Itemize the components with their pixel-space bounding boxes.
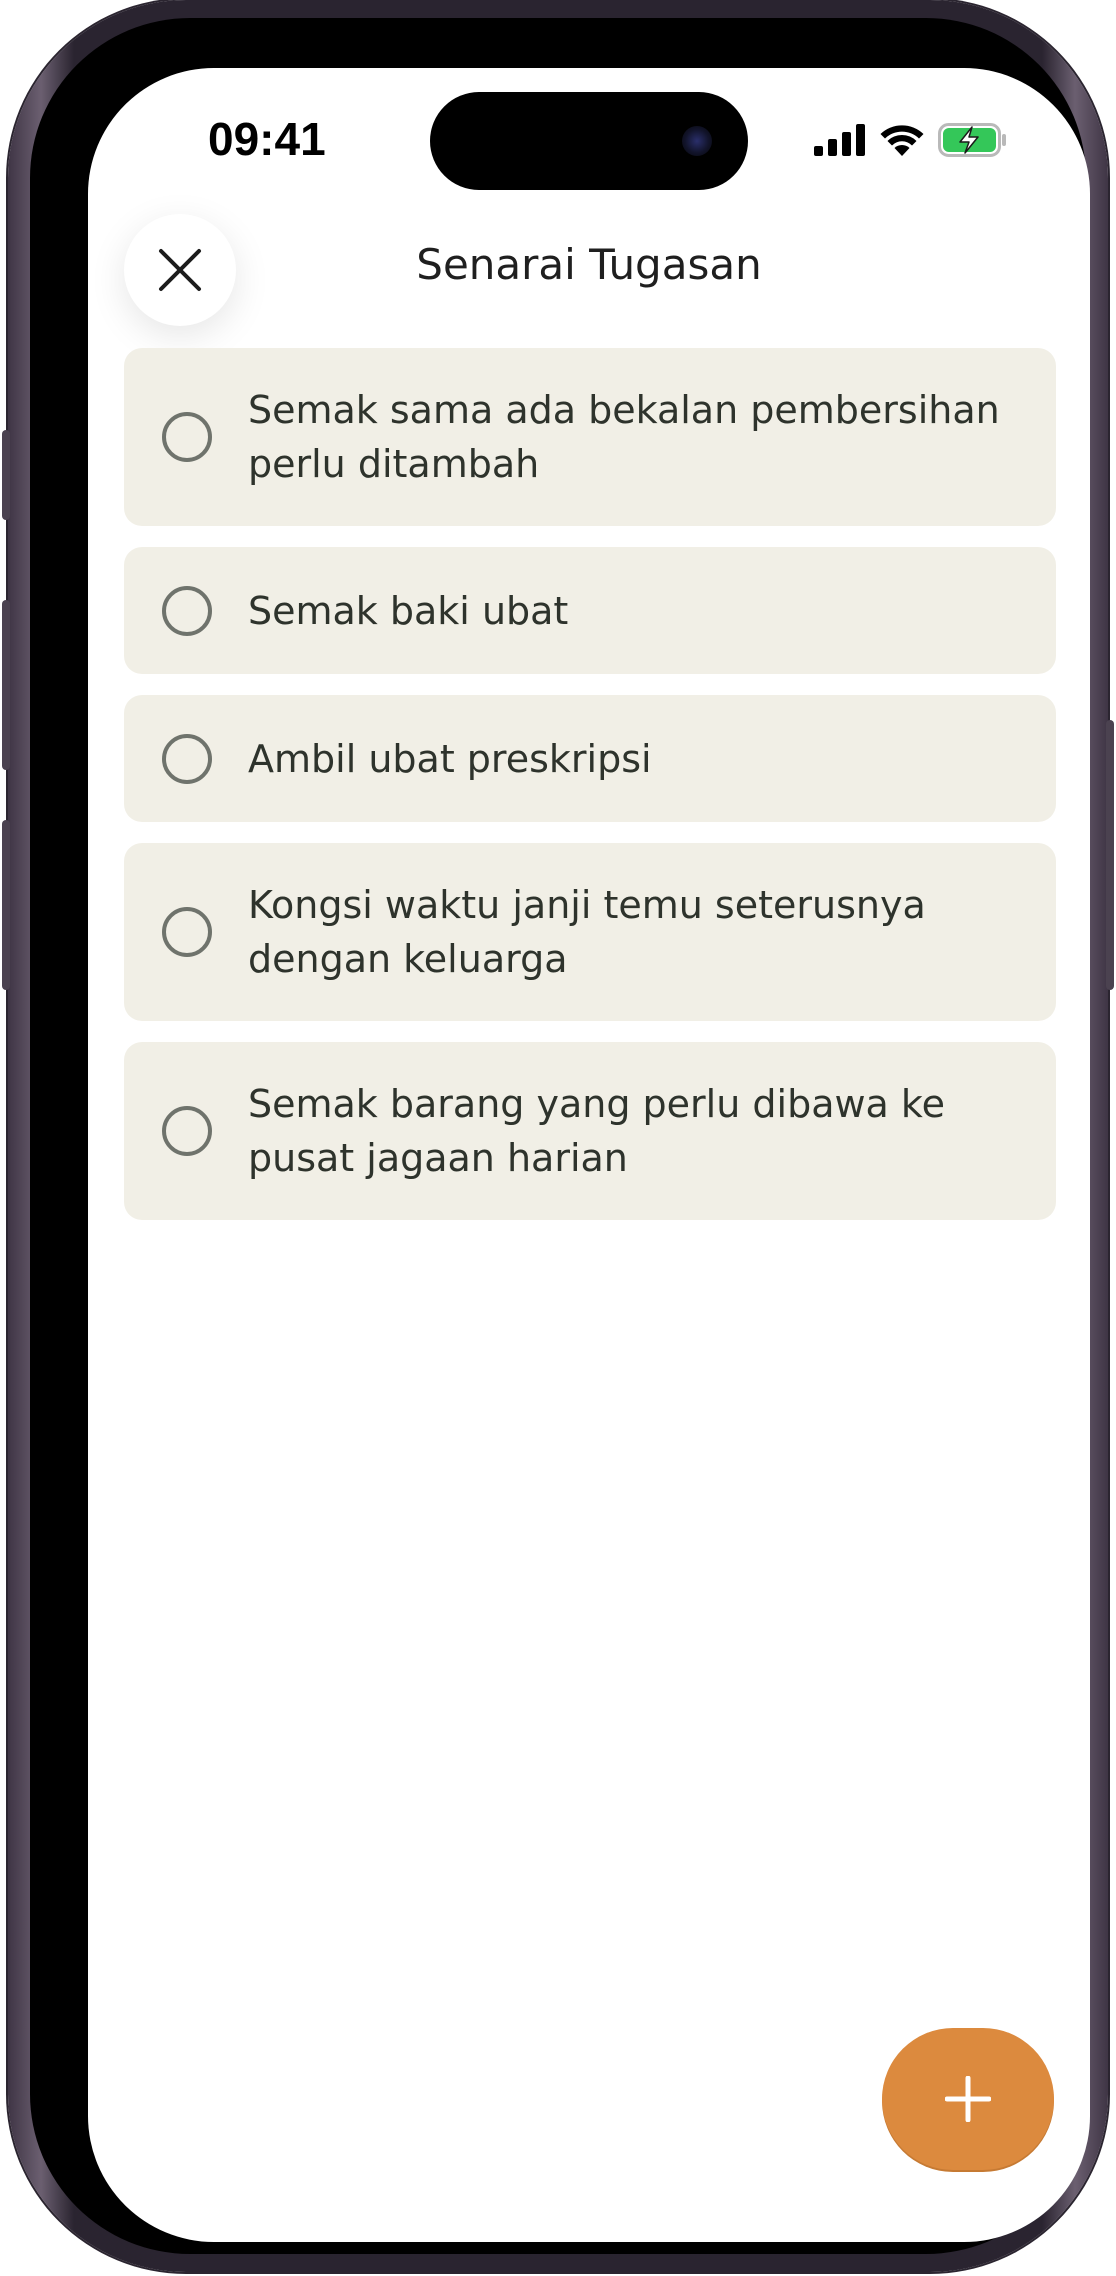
task-label: Semak baki ubat (248, 588, 569, 633)
task-label: Semak barang yang perlu dibawa ke pusat … (248, 1082, 945, 1180)
task-checkbox[interactable] (162, 733, 212, 784)
task-item[interactable]: Kongsi waktu janji temu seterusnya denga… (124, 843, 1056, 1021)
cellular-signal-icon (814, 124, 865, 156)
volume-up-button (2, 600, 10, 770)
task-item[interactable]: Semak baki ubat (124, 547, 1056, 674)
task-checkbox[interactable] (162, 907, 212, 957)
task-checkbox[interactable] (162, 412, 212, 462)
dynamic-island (430, 92, 748, 190)
task-checkbox[interactable] (162, 585, 212, 636)
task-item[interactable]: Ambil ubat preskripsi (124, 695, 1056, 822)
action-button (2, 430, 10, 520)
status-icons (814, 120, 1008, 160)
phone-frame: 09:41 Senarai Tugasan Semak sama ada bek… (2, 0, 1114, 2272)
screen: 09:41 Senarai Tugasan Semak sama ada bek… (88, 68, 1090, 2242)
task-label: Kongsi waktu janji temu seterusnya denga… (248, 883, 926, 981)
task-label: Ambil ubat preskripsi (248, 736, 652, 781)
battery-charging-icon (938, 123, 1006, 157)
plus-icon (945, 2076, 991, 2122)
camera-icon (682, 126, 712, 156)
task-list: Semak sama ada bekalan pembersihan perlu… (124, 348, 1056, 1241)
volume-down-button (2, 820, 10, 990)
wifi-icon (880, 125, 924, 156)
phone-bezel: 09:41 Senarai Tugasan Semak sama ada bek… (30, 18, 1090, 2254)
task-item[interactable]: Semak sama ada bekalan pembersihan perlu… (124, 348, 1056, 526)
task-checkbox[interactable] (162, 1106, 212, 1156)
task-item[interactable]: Semak barang yang perlu dibawa ke pusat … (124, 1042, 1056, 1220)
status-time: 09:41 (208, 113, 326, 165)
page-title: Senarai Tugasan (416, 240, 762, 289)
power-button (1106, 720, 1114, 990)
task-label: Semak sama ada bekalan pembersihan perlu… (248, 388, 1000, 486)
add-task-button[interactable] (882, 2028, 1054, 2170)
